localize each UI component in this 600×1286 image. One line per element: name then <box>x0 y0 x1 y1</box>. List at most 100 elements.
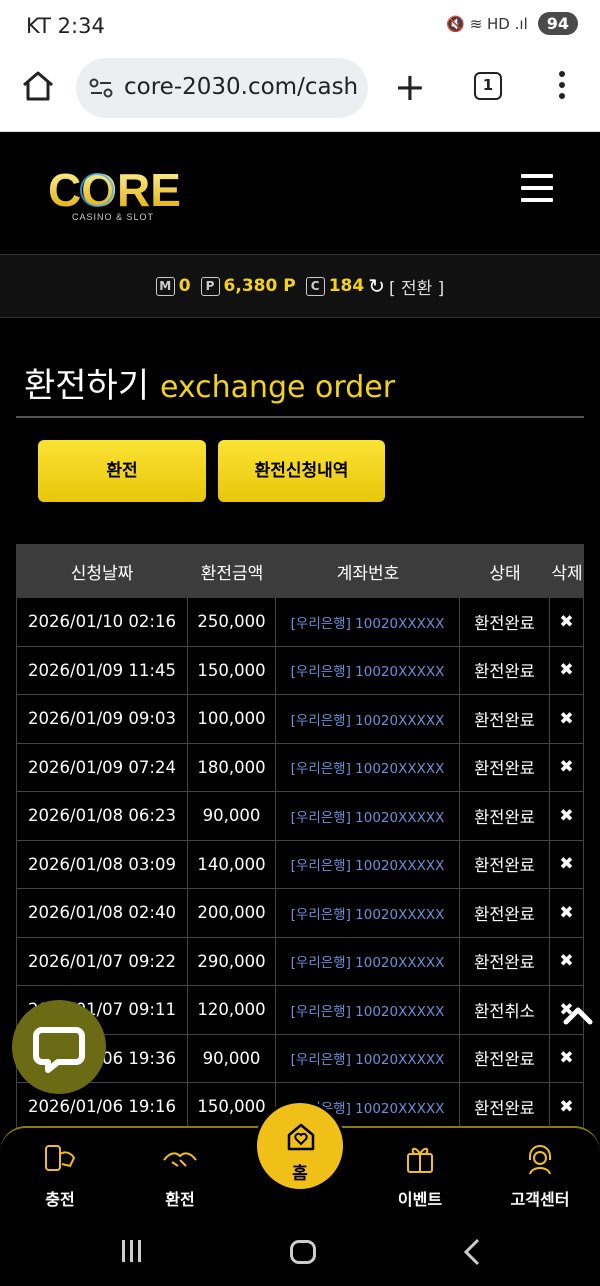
hamburger-menu-icon[interactable] <box>521 174 553 202</box>
row-account: [우리은행] 10020XXXXX <box>276 695 460 743</box>
row-date: 2026/01/09 07:24 <box>16 743 188 791</box>
row-date: 2026/01/08 06:23 <box>16 792 188 840</box>
nav-support[interactable]: 고객센터 <box>490 1128 590 1216</box>
row-amount: 100,000 <box>188 695 276 743</box>
svg-text:CORE: CORE <box>48 164 181 216</box>
point-value: 6,380 P <box>223 276 296 296</box>
page-title-en: exchange order <box>159 370 396 405</box>
coupon-value: 184 <box>328 276 365 296</box>
home-heart-icon <box>287 1123 315 1151</box>
more-menu-icon[interactable] <box>552 68 572 104</box>
row-amount: 250,000 <box>188 598 276 646</box>
row-status: 환전완료 <box>460 695 550 743</box>
charge-icon <box>45 1145 76 1171</box>
row-date: 2026/01/09 09:03 <box>16 695 188 743</box>
row-status: 환전완료 <box>460 840 550 888</box>
row-date: 2026/01/09 11:45 <box>16 646 188 694</box>
new-tab-button[interactable]: + <box>394 62 426 112</box>
delete-icon[interactable]: ✖ <box>550 1034 584 1082</box>
delete-icon[interactable]: ✖ <box>550 695 584 743</box>
row-account: [우리은행] 10020XXXXX <box>276 840 460 888</box>
row-account: [우리은행] 10020XXXXX <box>276 743 460 791</box>
status-icons-text: 🔇 ≋ HD .ıl <box>446 14 528 33</box>
table-row: 2026/01/09 11:45 150,000 [우리은행] 10020XXXXX… <box>16 646 584 695</box>
row-account: [우리은행] 10020XXXXX <box>276 598 460 646</box>
nav-exchange[interactable]: 환전 <box>130 1128 230 1216</box>
nav-home-label: 홈 <box>292 1164 308 1184</box>
header-date: 신청날짜 <box>70 563 134 584</box>
row-status: 환전완료 <box>460 792 550 840</box>
delete-icon[interactable]: ✖ <box>550 840 584 888</box>
tab-count-button[interactable]: 1 <box>474 72 502 100</box>
delete-icon[interactable]: ✖ <box>550 743 584 791</box>
scroll-top-icon[interactable] <box>560 1002 596 1030</box>
point-balance: P 6,380 P <box>200 276 296 296</box>
url-text[interactable]: core-2030.com/cash <box>124 74 358 100</box>
headset-icon <box>529 1145 551 1175</box>
chat-icon <box>33 1027 85 1073</box>
row-status: 환전완료 <box>460 743 550 791</box>
header-account: 계좌번호 <box>336 563 400 584</box>
browser-toolbar: core-2030.com/cash + 1 <box>0 52 600 132</box>
point-icon: P <box>200 276 220 296</box>
nav-charge[interactable]: 충전 <box>10 1128 110 1216</box>
url-bar[interactable]: core-2030.com/cash <box>76 58 368 118</box>
battery-indicator: 94 <box>537 12 578 35</box>
site-settings-icon[interactable] <box>88 76 114 100</box>
core-logo[interactable]: CORE CASINO & SLOT <box>46 162 196 224</box>
android-navigation <box>0 1214 600 1286</box>
exchange-button[interactable]: 환전 <box>38 440 206 502</box>
home-icon[interactable] <box>20 68 56 104</box>
exchange-history-button[interactable]: 환전신청내역 <box>218 440 385 502</box>
row-status: 환전완료 <box>460 1083 550 1131</box>
delete-icon[interactable]: ✖ <box>550 646 584 694</box>
page-title: 환전하기 exchange order <box>24 358 395 407</box>
table-row: 2026/01/08 02:40 200,000 [우리은행] 10020XXXXX… <box>16 889 584 938</box>
row-account: [우리은행] 10020XXXXX <box>276 646 460 694</box>
row-date: 2026/01/08 03:09 <box>16 840 188 888</box>
balance-bar: M 0 P 6,380 P C 184 ↻ [ 전환 ] <box>0 254 600 318</box>
row-date: 2026/01/10 02:16 <box>16 598 188 646</box>
table-row: 2026/01/09 07:24 180,000 [우리은행] 10020XXXXX… <box>16 743 584 792</box>
coupon-balance: C 184 ↻ [ 전환 ] <box>305 274 444 299</box>
android-home-icon[interactable] <box>290 1240 316 1264</box>
nav-home[interactable]: 홈 <box>254 1100 346 1192</box>
row-status: 환전완료 <box>460 889 550 937</box>
money-balance: M 0 <box>155 276 191 296</box>
header-status: 상태 <box>489 563 521 584</box>
convert-button[interactable]: [ 전환 ] <box>389 274 444 299</box>
row-account: [우리은행] 10020XXXXX <box>276 937 460 985</box>
nav-support-label: 고객센터 <box>510 1190 570 1209</box>
delete-icon[interactable]: ✖ <box>550 1083 584 1131</box>
back-icon[interactable] <box>462 1238 482 1266</box>
row-account: [우리은행] 10020XXXXX <box>276 792 460 840</box>
row-account: [우리은행] 10020XXXXX <box>276 889 460 937</box>
row-amount: 290,000 <box>188 937 276 985</box>
refresh-icon[interactable]: ↻ <box>368 274 385 298</box>
row-amount: 180,000 <box>188 743 276 791</box>
row-amount: 90,000 <box>188 1034 276 1082</box>
site-header: CORE CASINO & SLOT <box>0 132 600 254</box>
chat-button[interactable] <box>12 1000 106 1094</box>
nav-charge-label: 충전 <box>45 1190 75 1209</box>
delete-icon[interactable]: ✖ <box>550 889 584 937</box>
carrier-time: KT 2:34 <box>26 14 105 38</box>
status-icons: 🔇 ≋ HD .ıl 94 <box>446 12 578 35</box>
delete-icon[interactable]: ✖ <box>550 937 584 985</box>
svg-text:CASINO & SLOT: CASINO & SLOT <box>72 212 154 222</box>
row-amount: 120,000 <box>188 986 276 1034</box>
gift-icon <box>407 1147 433 1173</box>
delete-icon[interactable]: ✖ <box>550 598 584 646</box>
nav-event[interactable]: 이벤트 <box>370 1128 470 1216</box>
row-account: [우리은행] 10020XXXXX <box>276 1034 460 1082</box>
coupon-icon: C <box>305 276 325 296</box>
page-title-ko: 환전하기 <box>24 366 150 406</box>
row-status: 환전완료 <box>460 937 550 985</box>
row-amount: 90,000 <box>188 792 276 840</box>
recents-icon[interactable] <box>122 1240 146 1264</box>
title-divider <box>16 416 584 418</box>
header-amount: 환전금액 <box>200 563 264 584</box>
table-row: 2026/01/07 09:22 290,000 [우리은행] 10020XXXXX… <box>16 937 584 986</box>
table-row: 2026/01/08 06:23 90,000 [우리은행] 10020XXXXX 환… <box>16 792 584 841</box>
delete-icon[interactable]: ✖ <box>550 792 584 840</box>
